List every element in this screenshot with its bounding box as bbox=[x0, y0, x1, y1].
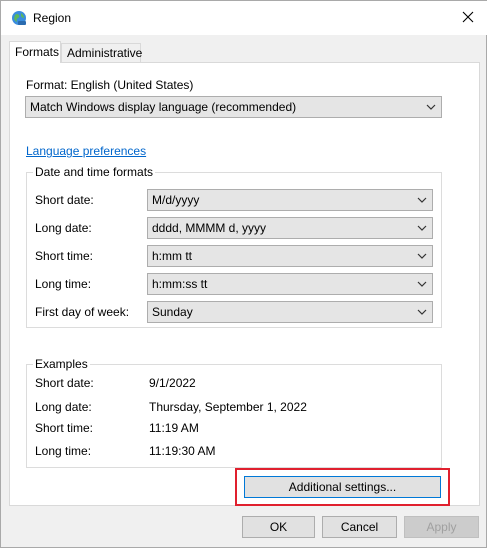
short-date-value: M/d/yyyy bbox=[152, 193, 200, 207]
long-time-label: Long time: bbox=[35, 277, 92, 291]
highlight-box bbox=[235, 468, 450, 506]
chevron-down-icon bbox=[417, 225, 427, 231]
chevron-down-icon bbox=[417, 197, 427, 203]
example-short-time-label: Short time: bbox=[35, 421, 94, 435]
chevron-down-icon bbox=[417, 281, 427, 287]
datetime-formats-group: Date and time formats Short date: M/d/yy… bbox=[26, 165, 442, 328]
cancel-button[interactable]: Cancel bbox=[322, 516, 397, 538]
chevron-down-icon bbox=[417, 309, 427, 315]
tab-formats[interactable]: Formats bbox=[9, 41, 61, 63]
example-long-time-value: 11:19:30 AM bbox=[149, 444, 216, 458]
tab-administrative[interactable]: Administrative bbox=[61, 43, 142, 62]
title-bar: Region bbox=[1, 1, 488, 35]
language-preferences-link[interactable]: Language preferences bbox=[26, 144, 146, 158]
close-icon bbox=[462, 11, 474, 23]
short-time-dropdown[interactable]: h:mm tt bbox=[147, 245, 433, 267]
format-dropdown[interactable]: Match Windows display language (recommen… bbox=[25, 96, 442, 118]
example-short-date-label: Short date: bbox=[35, 376, 94, 390]
example-long-date-label: Long date: bbox=[35, 400, 92, 414]
close-button[interactable] bbox=[452, 3, 484, 31]
example-short-date-value: 9/1/2022 bbox=[149, 376, 196, 390]
long-time-dropdown[interactable]: h:mm:ss tt bbox=[147, 273, 433, 295]
apply-button[interactable]: Apply bbox=[404, 516, 479, 538]
chevron-down-icon bbox=[417, 253, 427, 259]
first-day-value: Sunday bbox=[152, 305, 193, 319]
examples-group: Examples Short date: 9/1/2022 Long date:… bbox=[26, 357, 442, 468]
chevron-down-icon bbox=[426, 104, 436, 110]
long-date-label: Long date: bbox=[35, 221, 92, 235]
ok-button[interactable]: OK bbox=[242, 516, 315, 538]
short-time-value: h:mm tt bbox=[152, 249, 193, 263]
formats-panel: Format: English (United States) Match Wi… bbox=[9, 62, 480, 506]
format-label: Format: English (United States) bbox=[26, 78, 194, 92]
example-short-time-value: 11:19 AM bbox=[149, 421, 199, 435]
first-day-label: First day of week: bbox=[35, 305, 130, 319]
region-globe-icon bbox=[11, 10, 27, 26]
examples-group-title: Examples bbox=[33, 357, 90, 371]
region-dialog: Region Formats Administrative Format: En… bbox=[0, 0, 488, 548]
datetime-group-title: Date and time formats bbox=[33, 165, 156, 179]
short-time-label: Short time: bbox=[35, 249, 94, 263]
example-long-date-value: Thursday, September 1, 2022 bbox=[149, 400, 307, 414]
long-time-value: h:mm:ss tt bbox=[152, 277, 208, 291]
long-date-dropdown[interactable]: dddd, MMMM d, yyyy bbox=[147, 217, 433, 239]
window-title: Region bbox=[33, 11, 72, 25]
example-long-time-label: Long time: bbox=[35, 444, 92, 458]
short-date-label: Short date: bbox=[35, 193, 94, 207]
first-day-dropdown[interactable]: Sunday bbox=[147, 301, 433, 323]
short-date-dropdown[interactable]: M/d/yyyy bbox=[147, 189, 433, 211]
format-dropdown-value: Match Windows display language (recommen… bbox=[30, 100, 297, 114]
long-date-value: dddd, MMMM d, yyyy bbox=[152, 221, 267, 235]
